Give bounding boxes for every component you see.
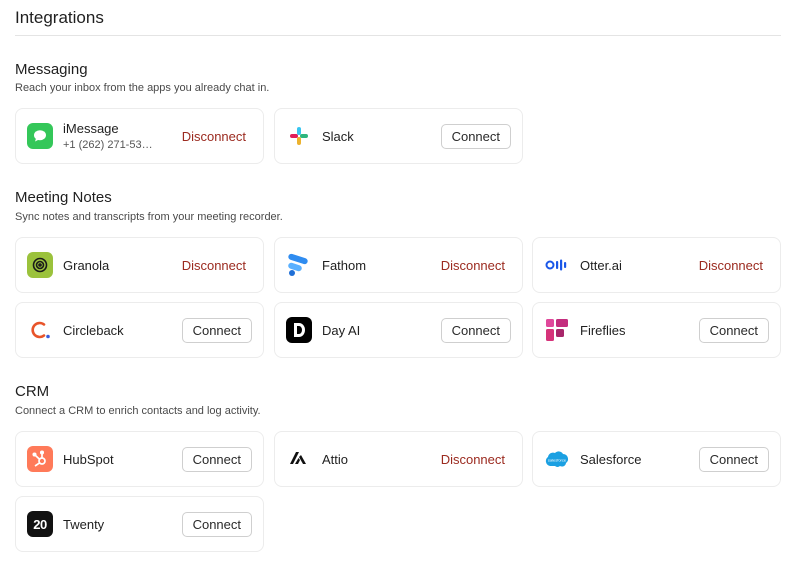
integration-name: Fathom <box>322 257 367 273</box>
imessage-icon <box>27 123 53 149</box>
integration-name: iMessage <box>63 121 119 136</box>
integration-name: Slack <box>322 128 354 144</box>
section-description-crm: Connect a CRM to enrich contacts and log… <box>15 405 261 417</box>
connect-button-circleback[interactable]: Connect <box>181 317 252 343</box>
connect-button-twenty[interactable]: Connect <box>181 511 252 537</box>
section-description-messaging: Reach your inbox from the apps you alrea… <box>15 82 270 94</box>
integration-card-twenty: 20 Twenty Connect <box>15 496 264 552</box>
disconnect-button-imessage[interactable]: Disconnect <box>176 129 252 144</box>
slack-icon <box>286 123 312 149</box>
integration-name: Salesforce <box>580 451 642 467</box>
integration-name: Twenty <box>63 516 105 532</box>
page-title: Integrations <box>15 8 104 27</box>
disconnect-button-attio[interactable]: Disconnect <box>435 452 511 467</box>
twenty-icon: 20 <box>27 511 53 537</box>
fathom-icon <box>286 252 312 278</box>
connect-button-salesforce[interactable]: Connect <box>698 446 769 472</box>
integration-name: Day AI <box>322 322 361 338</box>
connect-button-slack[interactable]: Connect <box>440 123 511 149</box>
section-title-messaging: Messaging <box>15 61 88 78</box>
section-title-meeting-notes: Meeting Notes <box>15 189 112 206</box>
integration-name: Circleback <box>63 322 124 338</box>
integration-name: Granola <box>63 257 110 273</box>
fireflies-icon <box>544 317 570 343</box>
integration-card-granola: Granola Disconnect <box>15 237 264 293</box>
integration-name: Otter.ai <box>580 257 622 273</box>
circleback-icon <box>27 317 53 343</box>
title-divider <box>15 35 781 36</box>
integration-card-imessage: iMessage +1 (262) 271-53… Disconnect <box>15 108 264 164</box>
integration-name: Fireflies <box>580 322 626 338</box>
connect-button-dayai[interactable]: Connect <box>440 317 511 343</box>
dayai-icon <box>286 317 312 343</box>
connect-button-fireflies[interactable]: Connect <box>698 317 769 343</box>
integration-card-fireflies: Fireflies Connect <box>532 302 781 358</box>
section-description-meeting-notes: Sync notes and transcripts from your mee… <box>15 211 283 223</box>
integration-card-fathom: Fathom Disconnect <box>274 237 523 293</box>
integration-card-dayai: Day AI Connect <box>274 302 523 358</box>
integration-name: Attio <box>322 451 349 467</box>
svg-text:salesforce: salesforce <box>548 458 567 463</box>
disconnect-button-otter[interactable]: Disconnect <box>693 258 769 273</box>
section-title-crm: CRM <box>15 383 50 400</box>
hubspot-icon <box>27 446 53 472</box>
integration-card-salesforce: salesforce Salesforce Connect <box>532 431 781 487</box>
integration-card-hubspot: HubSpot Connect <box>15 431 264 487</box>
connect-button-hubspot[interactable]: Connect <box>181 446 252 472</box>
salesforce-icon: salesforce <box>544 446 570 472</box>
integration-card-otter: Otter.ai Disconnect <box>532 237 781 293</box>
integration-card-circleback: Circleback Connect <box>15 302 264 358</box>
integration-detail: +1 (262) 271-53… <box>63 139 153 151</box>
granola-icon <box>27 252 53 278</box>
attio-icon <box>286 446 312 472</box>
integration-name: HubSpot <box>63 451 114 467</box>
otter-icon <box>544 252 570 278</box>
integration-card-attio: Attio Disconnect <box>274 431 523 487</box>
disconnect-button-fathom[interactable]: Disconnect <box>435 258 511 273</box>
integration-card-slack: Slack Connect <box>274 108 523 164</box>
disconnect-button-granola[interactable]: Disconnect <box>176 258 252 273</box>
